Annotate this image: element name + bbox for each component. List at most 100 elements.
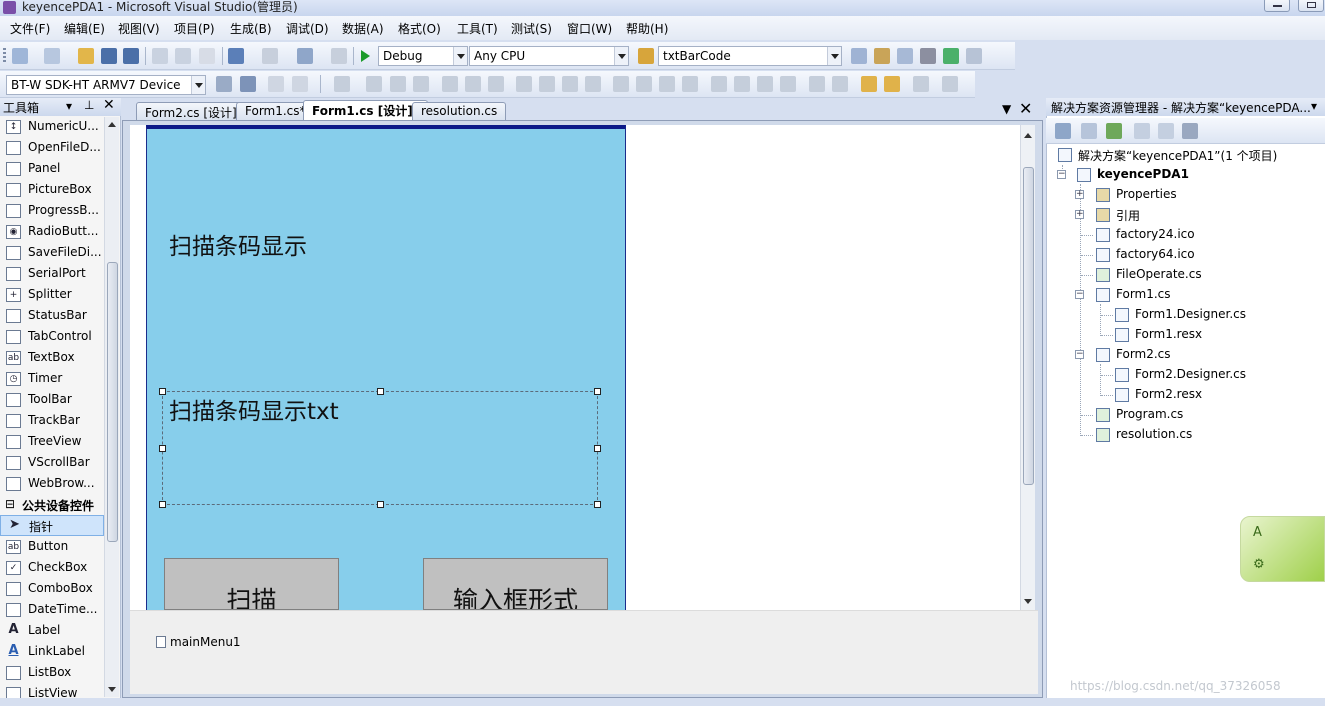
toolbox-item[interactable]: PictureBox — [0, 180, 104, 201]
start-debug-icon[interactable] — [361, 50, 370, 62]
show-all-files-icon[interactable] — [1081, 123, 1097, 139]
close-icon[interactable]: ✕ — [103, 97, 115, 113]
view-code-icon[interactable] — [1134, 123, 1150, 139]
menu-file[interactable]: 文件(F) — [10, 20, 50, 37]
menu-format[interactable]: 格式(O) — [398, 20, 441, 37]
device-options-icon[interactable] — [240, 76, 256, 92]
gear-icon[interactable]: ⚙ — [1253, 557, 1265, 572]
make-same-width-icon[interactable] — [516, 76, 532, 92]
menu-tools[interactable]: 工具(T) — [457, 20, 498, 37]
toolbox-scrollbar[interactable] — [104, 117, 119, 697]
scroll-up-icon[interactable] — [108, 122, 116, 127]
align-to-grid-icon[interactable] — [334, 76, 350, 92]
collapse-icon[interactable]: − — [1057, 170, 1066, 179]
barcode-label[interactable]: 扫描条码显示 — [169, 227, 307, 261]
tray-mainmenu[interactable]: mainMenu1 — [156, 635, 241, 649]
find-icon[interactable] — [638, 48, 654, 64]
toolbox-item[interactable]: ComboBox — [0, 579, 104, 600]
toolbox-item[interactable]: SaveFileDi... — [0, 243, 104, 264]
resize-handle[interactable] — [594, 445, 601, 452]
navigate-forward-icon[interactable] — [331, 48, 347, 64]
scroll-up-icon[interactable] — [1024, 133, 1032, 138]
remove-h-spacing-icon[interactable] — [682, 76, 698, 92]
toolbox-item[interactable]: VScrollBar — [0, 453, 104, 474]
toolbox-item[interactable]: Panel — [0, 159, 104, 180]
device-combo[interactable]: BT-W SDK-HT ARMV7 Device — [6, 75, 206, 95]
send-to-back-icon[interactable] — [884, 76, 900, 92]
menu-test[interactable]: 测试(S) — [511, 20, 552, 37]
platform-combo[interactable]: Any CPU — [469, 46, 629, 66]
connect-device-icon[interactable] — [216, 76, 232, 92]
expand-icon[interactable]: + — [1075, 210, 1084, 219]
minimize-button[interactable] — [1264, 0, 1290, 12]
toolbox-item[interactable]: TreeView — [0, 432, 104, 453]
properties-icon[interactable] — [897, 48, 913, 64]
form-surface[interactable] — [146, 125, 626, 610]
redo-icon[interactable] — [262, 48, 278, 64]
toolbox-category[interactable]: ⊟ 公共设备控件 — [0, 495, 104, 515]
copy-icon[interactable] — [175, 48, 191, 64]
designer-scrollbar[interactable] — [1020, 125, 1035, 610]
class-diagram-icon[interactable] — [1182, 123, 1198, 139]
dropdown-icon[interactable]: ▾ — [1311, 99, 1317, 113]
toolbox-item[interactable]: OpenFileD... — [0, 138, 104, 159]
find-combo[interactable]: txtBarCode — [658, 46, 842, 66]
align-bottoms-icon[interactable] — [488, 76, 504, 92]
add-item-icon[interactable] — [44, 48, 60, 64]
toolbox-item[interactable]: ListView — [0, 684, 104, 698]
dropdown-icon[interactable]: ▾ — [66, 99, 72, 113]
resize-handle[interactable] — [594, 501, 601, 508]
menu-build[interactable]: 生成(B) — [230, 20, 272, 37]
toolbox-item[interactable]: + Splitter — [0, 285, 104, 306]
navigate-icon[interactable] — [297, 48, 313, 64]
resize-handle[interactable] — [159, 445, 166, 452]
object-browser-icon[interactable] — [943, 48, 959, 64]
resize-handle[interactable] — [159, 501, 166, 508]
make-same-size-icon[interactable] — [562, 76, 578, 92]
increase-h-spacing-icon[interactable] — [636, 76, 652, 92]
toolbox-item[interactable]: ✓ CheckBox — [0, 558, 104, 579]
new-project-icon[interactable] — [12, 48, 28, 64]
toolbox-item[interactable]: ◉ RadioButt... — [0, 222, 104, 243]
toolbox-item[interactable]: A LinkLabel — [0, 642, 104, 663]
rotate-right-icon[interactable] — [292, 76, 308, 92]
align-centers-icon[interactable] — [390, 76, 406, 92]
start-page-icon[interactable] — [966, 48, 982, 64]
toolbar-grip[interactable] — [3, 48, 6, 64]
scroll-thumb[interactable] — [1023, 167, 1034, 485]
floating-assistant-widget[interactable]: A ⚙ — [1240, 516, 1325, 582]
decrease-v-spacing-icon[interactable] — [757, 76, 773, 92]
menu-help[interactable]: 帮助(H) — [626, 20, 668, 37]
menu-debug[interactable]: 调试(D) — [286, 20, 329, 37]
scroll-down-icon[interactable] — [1024, 599, 1032, 604]
solution-explorer-icon[interactable] — [874, 48, 890, 64]
toolbox-icon[interactable] — [920, 48, 936, 64]
tab-resolution[interactable]: resolution.cs — [412, 102, 507, 121]
align-rights-icon[interactable] — [413, 76, 429, 92]
make-same-height-icon[interactable] — [539, 76, 555, 92]
menu-data[interactable]: 数据(A) — [342, 20, 384, 37]
menu-edit[interactable]: 编辑(E) — [64, 20, 105, 37]
toolbox-item[interactable]: StatusBar — [0, 306, 104, 327]
config-combo[interactable]: Debug — [378, 46, 468, 66]
size-to-grid-icon[interactable] — [585, 76, 601, 92]
undo-icon[interactable] — [228, 48, 244, 64]
align-lefts-icon[interactable] — [366, 76, 382, 92]
tab-form2-design[interactable]: Form2.cs [设计] — [136, 102, 246, 121]
scroll-thumb[interactable] — [107, 262, 118, 542]
scroll-down-icon[interactable] — [108, 687, 116, 692]
pin-icon[interactable]: ⊥ — [84, 98, 94, 112]
tab-list-icon[interactable]: ▼ — [1002, 102, 1011, 116]
remove-v-spacing-icon[interactable] — [780, 76, 796, 92]
paste-icon[interactable] — [199, 48, 215, 64]
toolbox-item[interactable]: TabControl — [0, 327, 104, 348]
toolbox-item[interactable]: ↕ NumericU... — [0, 117, 104, 138]
menu-project[interactable]: 项目(P) — [174, 20, 215, 37]
align-tops-icon[interactable] — [442, 76, 458, 92]
toolbox-item[interactable]: ListBox — [0, 663, 104, 684]
resize-handle[interactable] — [377, 388, 384, 395]
toolbox-item[interactable]: ToolBar — [0, 390, 104, 411]
toolbox-item[interactable]: ProgressB... — [0, 201, 104, 222]
decrease-h-spacing-icon[interactable] — [659, 76, 675, 92]
tab-order-icon[interactable] — [913, 76, 929, 92]
